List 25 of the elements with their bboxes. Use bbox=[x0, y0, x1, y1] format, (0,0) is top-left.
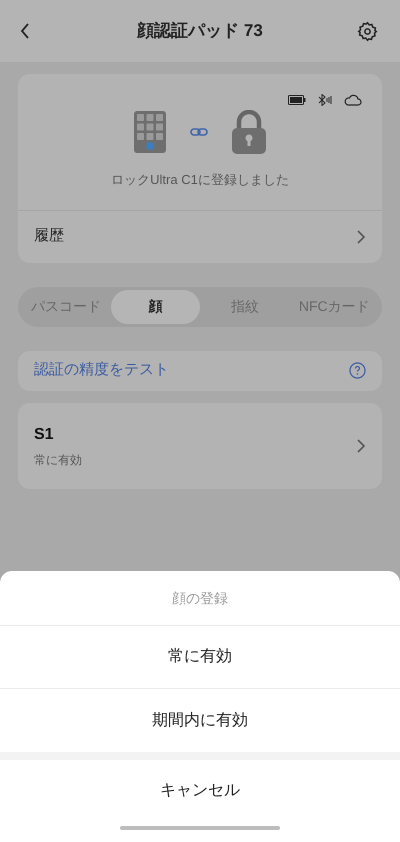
method-tab[interactable]: 顔 bbox=[110, 290, 200, 324]
cancel-button[interactable]: キャンセル bbox=[0, 760, 400, 822]
chevron-right-icon bbox=[356, 438, 366, 454]
face-entry-card[interactable]: S1 常に有効 bbox=[18, 402, 382, 488]
cloud-icon bbox=[344, 94, 362, 106]
link-icon bbox=[190, 127, 208, 137]
entry-name: S1 bbox=[34, 424, 54, 444]
chevron-right-icon bbox=[356, 228, 366, 244]
history-row[interactable]: 履歴 bbox=[18, 210, 382, 262]
entry-validity: 常に有効 bbox=[34, 452, 82, 468]
back-icon bbox=[20, 22, 30, 40]
history-label: 履歴 bbox=[34, 226, 64, 246]
settings-icon bbox=[357, 20, 378, 42]
status-caption: ロックUltra C1に登録しました bbox=[110, 171, 290, 189]
battery-icon bbox=[288, 95, 306, 105]
help-icon bbox=[349, 362, 366, 379]
sheet-option[interactable]: 常に有効 bbox=[0, 626, 400, 689]
keypad-icon bbox=[134, 111, 166, 153]
bluetooth-signal-icon bbox=[318, 94, 332, 106]
padlock-icon bbox=[232, 110, 266, 154]
test-accuracy-label: 認証の精度をテスト bbox=[34, 360, 169, 380]
settings-button[interactable] bbox=[356, 19, 380, 43]
page-title: 顔認証パッド 73 bbox=[137, 20, 263, 42]
sheet-title: 顔の登録 bbox=[172, 588, 228, 608]
sheet-option[interactable]: 期間内に有効 bbox=[0, 689, 400, 752]
